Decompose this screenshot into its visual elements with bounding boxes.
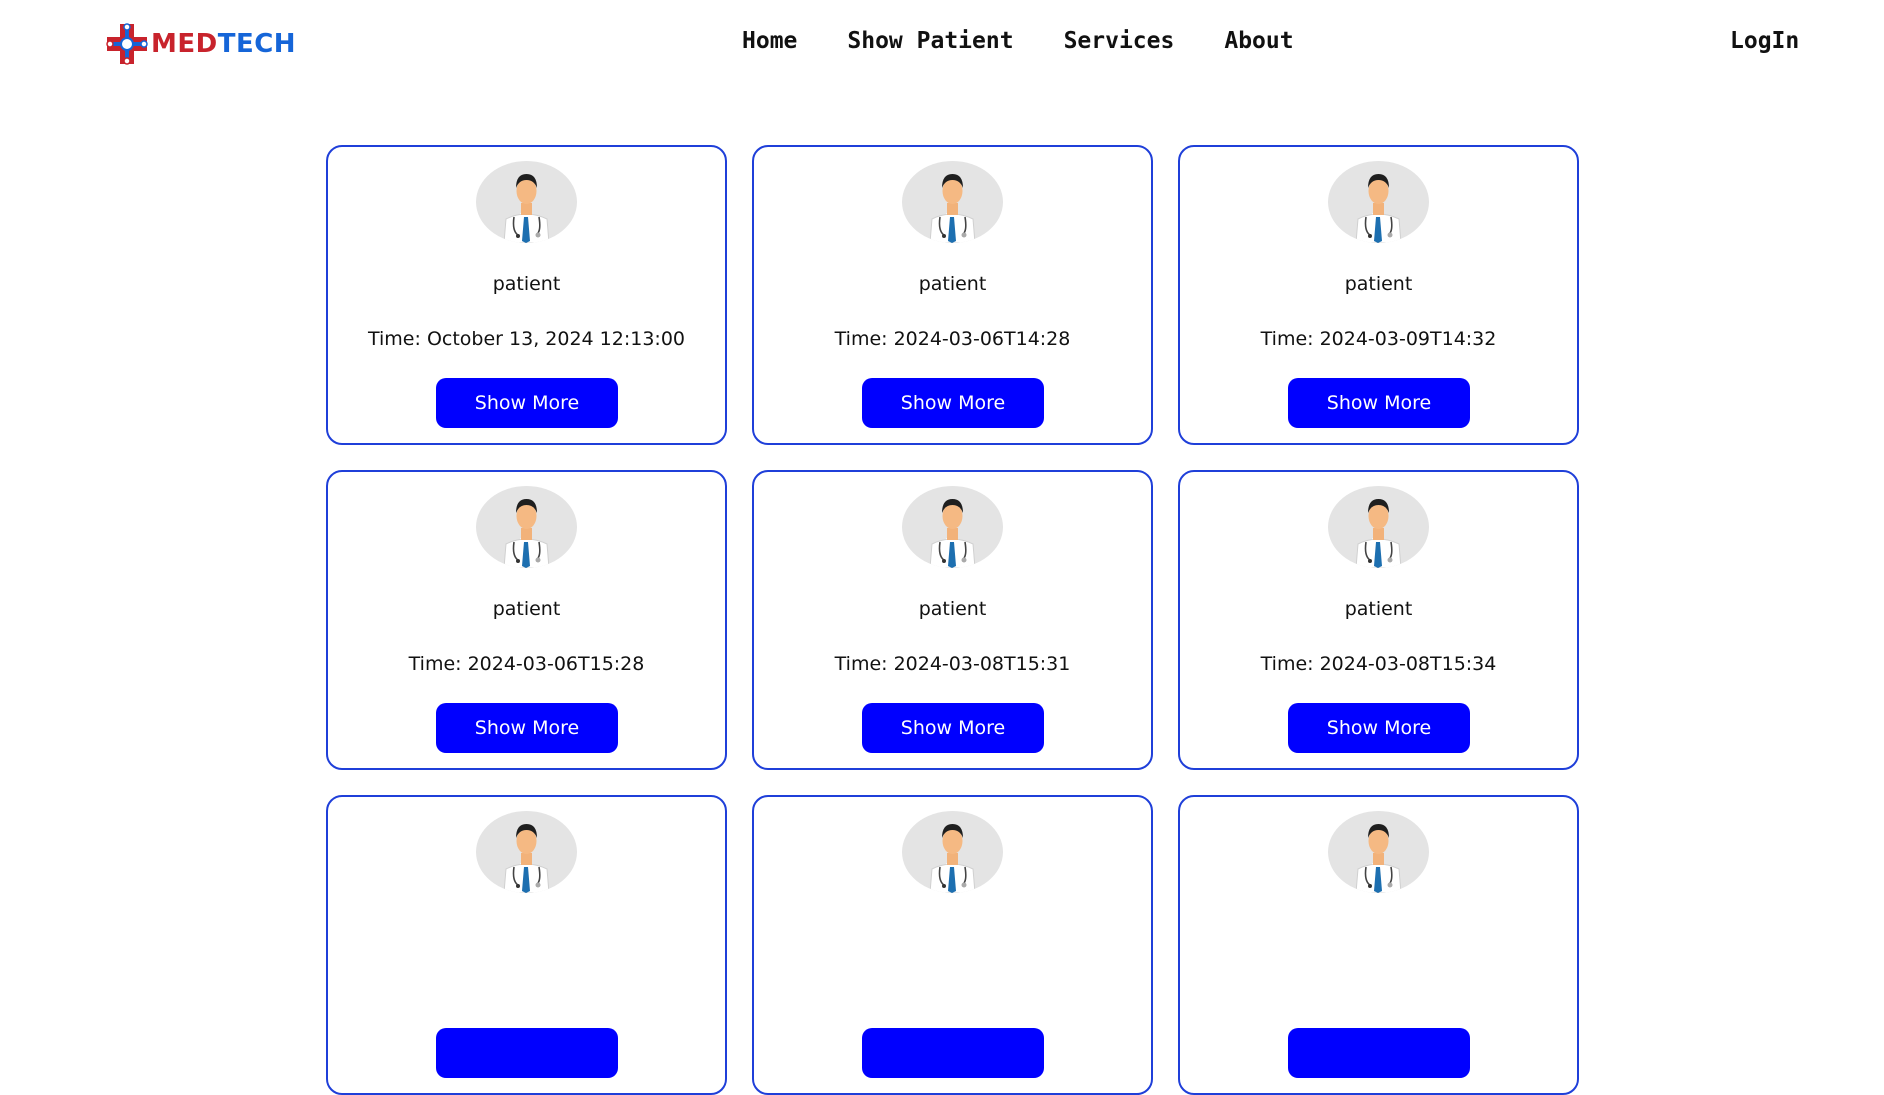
patient-name: patient [492,273,561,295]
appointment-time: Time: October 13, 2024 12:13:00 [368,328,685,350]
patient-card: patient Time: 2024-03-08T15:34 Show More [1178,470,1579,770]
patient-name: patient [918,598,987,620]
show-more-button[interactable]: Show More [862,703,1044,753]
patient-card [752,795,1153,1095]
show-more-button[interactable]: Show More [436,378,618,428]
patient-name: patient [918,273,987,295]
doctor-avatar-icon [1328,486,1429,568]
appointment-time: Time: 2024-03-06T15:28 [408,653,645,675]
patient-name: patient [1344,273,1413,295]
show-more-button[interactable]: Show More [862,378,1044,428]
show-more-button[interactable] [862,1028,1044,1078]
doctor-avatar-icon [902,161,1003,243]
main-nav: Home Show Patient Services About [742,28,1344,54]
medical-cross-logo-icon [106,23,148,65]
patient-card: patient Time: 2024-03-06T15:28 Show More [326,470,727,770]
doctor-avatar-icon [902,811,1003,893]
patient-card: patient Time: October 13, 2024 12:13:00 … [326,145,727,445]
login-link[interactable]: LogIn [1730,28,1799,54]
doctor-avatar-icon [1328,161,1429,243]
nav-show-patient[interactable]: Show Patient [847,28,1013,54]
appointment-time: Time: 2024-03-08T15:31 [834,653,1071,675]
show-more-button[interactable] [1288,1028,1470,1078]
brand-logo[interactable]: MEDTECH [105,22,296,66]
patient-card [1178,795,1579,1095]
nav-services[interactable]: Services [1064,28,1175,54]
show-more-button[interactable] [436,1028,618,1078]
brand-name: MEDTECH [151,29,297,59]
patient-name: patient [492,598,561,620]
doctor-avatar-icon [902,486,1003,568]
patient-name: patient [1344,598,1413,620]
patient-card: patient Time: 2024-03-06T14:28 Show More [752,145,1153,445]
doctor-avatar-icon [476,486,577,568]
patient-card: patient Time: 2024-03-09T14:32 Show More [1178,145,1579,445]
navbar: MEDTECH Home Show Patient Services About… [0,0,1884,90]
doctor-avatar-icon [476,161,577,243]
show-more-button[interactable]: Show More [1288,378,1470,428]
show-more-button[interactable]: Show More [1288,703,1470,753]
doctor-avatar-icon [1328,811,1429,893]
nav-home[interactable]: Home [742,28,797,54]
appointment-time: Time: 2024-03-08T15:34 [1260,653,1497,675]
appointment-time: Time: 2024-03-09T14:32 [1260,328,1497,350]
show-more-button[interactable]: Show More [436,703,618,753]
patient-card-grid: patient Time: October 13, 2024 12:13:00 … [326,145,1579,1095]
doctor-avatar-icon [476,811,577,893]
nav-about[interactable]: About [1224,28,1293,54]
appointment-time: Time: 2024-03-06T14:28 [834,328,1071,350]
patient-card [326,795,727,1095]
patient-card: patient Time: 2024-03-08T15:31 Show More [752,470,1153,770]
